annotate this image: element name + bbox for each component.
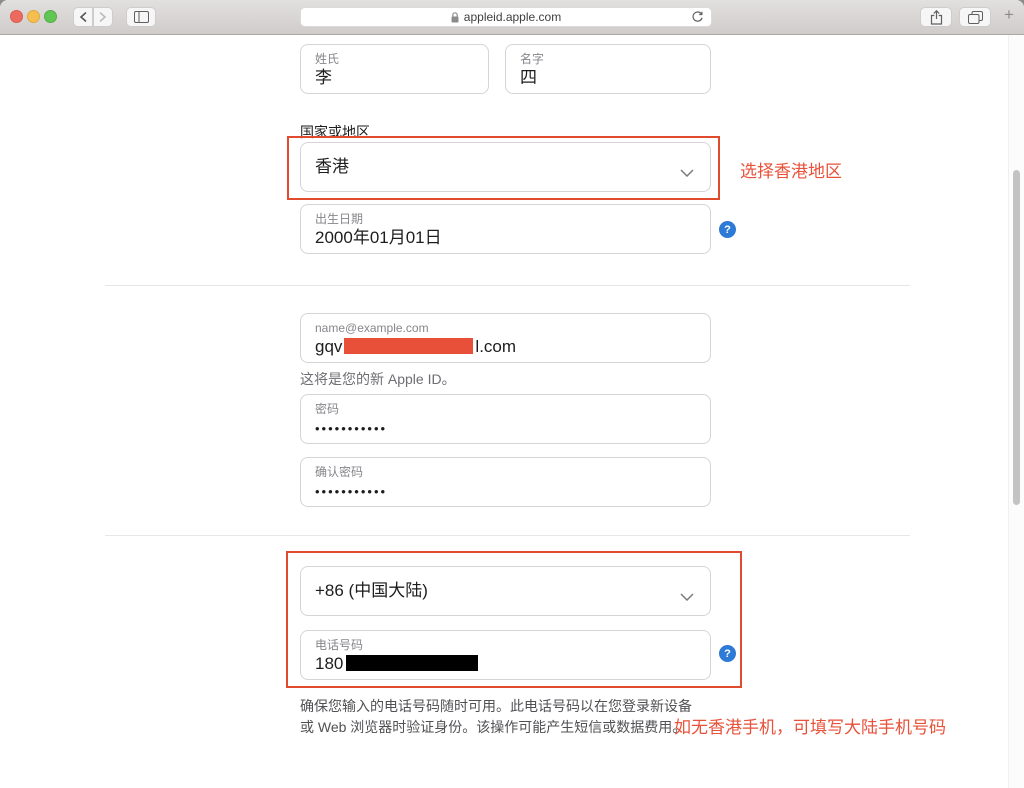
confirm-password-label: 确认密码 [315, 465, 364, 479]
password-label: 密码 [315, 402, 340, 416]
phone-redaction-bar [346, 655, 479, 671]
lock-icon [451, 11, 459, 22]
address-bar[interactable]: appleid.apple.com [300, 7, 712, 27]
password-value: ••••••••••• [315, 421, 388, 436]
email-redaction-bar [344, 338, 474, 354]
birth-date-label: 出生日期 [315, 212, 364, 226]
chevron-down-icon [680, 588, 694, 606]
sidebar-icon [133, 11, 149, 23]
page-content: 姓氏 李 名字 四 国家或地区 香港 选择香港地区 出生日期 2000年01月0… [0, 35, 1024, 788]
safari-window: appleid.apple.com + 姓氏 李 名字 四 国家或地区 香港 选… [0, 0, 1024, 788]
confirm-password-value: ••••••••••• [315, 484, 388, 499]
confirm-password-field[interactable]: 确认密码 ••••••••••• [300, 457, 711, 507]
birth-date-field[interactable]: 出生日期 2000年01月01日 [300, 204, 711, 254]
first-name-label: 名字 [520, 52, 545, 66]
question-mark-icon: ? [724, 223, 731, 236]
forward-button[interactable] [93, 7, 113, 27]
browser-toolbar: appleid.apple.com + [0, 0, 1024, 35]
email-placeholder: name@example.com [315, 321, 429, 335]
share-button[interactable] [920, 7, 952, 27]
new-tab-button[interactable]: + [1004, 5, 1014, 25]
phone-note-line1: 确保您输入的电话号码随时可用。此电话号码以在您登录新设备 [300, 698, 692, 714]
phone-number-value: 180 [315, 653, 696, 675]
phone-number-label: 电话号码 [315, 638, 364, 652]
email-value: gqv l.com [315, 337, 517, 356]
traffic-light-close-button[interactable] [10, 10, 23, 23]
tab-overview-button[interactable] [959, 7, 991, 27]
share-icon [930, 9, 942, 25]
address-url: appleid.apple.com [463, 10, 562, 24]
reload-button[interactable] [691, 11, 704, 27]
reload-icon [692, 11, 703, 22]
question-mark-icon: ? [724, 647, 731, 660]
sidebar-toggle-button[interactable] [126, 7, 156, 27]
email-field[interactable]: name@example.com gqv l.com [300, 313, 711, 363]
scrollbar-thumb[interactable] [1013, 170, 1020, 505]
chevron-left-icon [79, 12, 87, 22]
traffic-light-minimize-button[interactable] [27, 10, 40, 23]
section-divider [105, 285, 910, 286]
tabs-icon [967, 10, 983, 24]
last-name-label: 姓氏 [315, 52, 340, 66]
phone-number-field[interactable]: 电话号码 180 [300, 630, 711, 680]
birth-date-value: 2000年01月01日 [315, 228, 442, 247]
last-name-field[interactable]: 姓氏 李 [300, 44, 489, 94]
birth-help-button[interactable]: ? [719, 221, 736, 238]
dial-code-value: +86 (中国大陆) [315, 581, 428, 600]
section-divider [105, 535, 910, 536]
region-annotation: 选择香港地区 [740, 162, 842, 181]
password-field[interactable]: 密码 ••••••••••• [300, 394, 711, 444]
last-name-value: 李 [315, 68, 332, 87]
first-name-field[interactable]: 名字 四 [505, 44, 711, 94]
first-name-value: 四 [520, 68, 537, 87]
phone-note-line2: 或 Web 浏览器时验证身份。该操作可能产生短信或数据费用。 [300, 719, 687, 735]
chevron-right-icon [99, 12, 107, 22]
phone-annotation: 如无香港手机，可填写大陆手机号码 [674, 718, 946, 737]
traffic-light-zoom-button[interactable] [44, 10, 57, 23]
region-highlight-box [287, 136, 720, 200]
dial-code-dropdown[interactable]: +86 (中国大陆) [300, 566, 711, 616]
back-button[interactable] [73, 7, 93, 27]
phone-help-button[interactable]: ? [719, 645, 736, 662]
email-note: 这将是您的新 Apple ID。 [300, 371, 456, 387]
